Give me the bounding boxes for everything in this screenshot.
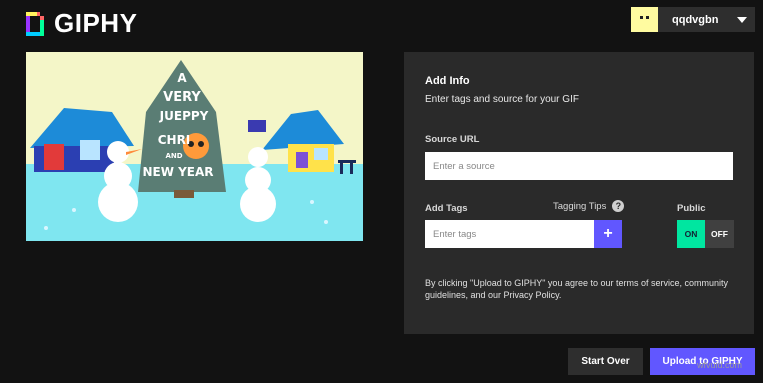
tagging-tips-label: Tagging Tips xyxy=(553,200,607,212)
add-tags-label: Add Tags xyxy=(425,203,468,214)
avatar-eye-icon xyxy=(646,16,649,19)
gif-text-line: NEW YEAR xyxy=(142,165,213,179)
add-tag-button[interactable]: + xyxy=(594,220,622,248)
panel-subtitle: Enter tags and source for your GIF xyxy=(425,94,579,105)
source-url-field[interactable] xyxy=(425,152,733,180)
avatar xyxy=(631,7,658,32)
giphy-logo-icon xyxy=(26,11,46,36)
tagging-tips[interactable]: Tagging Tips ? xyxy=(553,200,625,212)
add-info-panel: Add Info Enter tags and source for your … xyxy=(404,52,754,334)
gif-preview: A VERY JUEPPY CHRI AND NEW YEAR xyxy=(26,52,363,241)
gif-text-line: VERY xyxy=(163,90,201,105)
gif-text-line: JUEPPY xyxy=(159,109,209,123)
gif-text-line: A xyxy=(177,71,187,85)
avatar-eye-icon xyxy=(640,16,643,19)
panel-title: Add Info xyxy=(425,75,470,87)
toggle-off[interactable]: OFF xyxy=(705,220,734,248)
tags-input[interactable] xyxy=(433,228,594,240)
chevron-down-icon[interactable] xyxy=(737,17,747,23)
username: qqdvgbn xyxy=(672,13,719,26)
toggle-on[interactable]: ON xyxy=(677,220,705,248)
tags-field[interactable] xyxy=(425,220,594,248)
public-toggle[interactable]: ON OFF xyxy=(677,220,734,248)
giphy-logo[interactable]: GIPHY xyxy=(26,8,137,39)
terms-text: By clicking "Upload to GIPHY" you agree … xyxy=(425,278,729,300)
help-icon[interactable]: ? xyxy=(612,200,625,212)
gif-text-line: CHRI xyxy=(158,133,191,147)
public-label: Public xyxy=(677,203,706,214)
source-url-label: Source URL xyxy=(425,134,480,145)
plus-icon: + xyxy=(603,225,613,242)
start-over-button[interactable]: Start Over xyxy=(568,348,643,375)
user-menu[interactable]: qqdvgbn xyxy=(631,7,755,32)
gif-text-line: AND xyxy=(165,152,182,160)
source-url-input[interactable] xyxy=(433,160,733,172)
watermark: wfvuid.com xyxy=(697,360,743,370)
logo-text: GIPHY xyxy=(54,8,138,38)
